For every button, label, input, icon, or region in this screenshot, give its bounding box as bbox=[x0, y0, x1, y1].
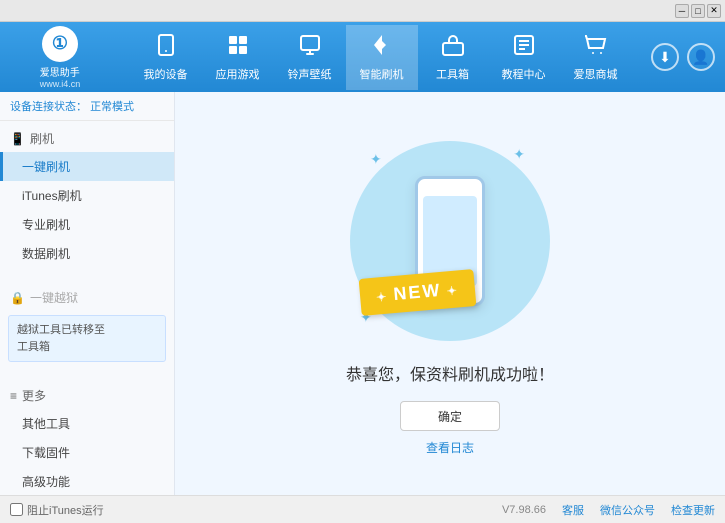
flash-header: 📱 刷机 bbox=[0, 125, 174, 152]
smart-flash-icon bbox=[370, 33, 394, 63]
check-update-link[interactable]: 检查更新 bbox=[671, 502, 715, 518]
sparkle-2-icon: ✦ bbox=[513, 146, 525, 163]
ringtones-icon bbox=[298, 33, 322, 63]
minimize-button[interactable]: ─ bbox=[675, 4, 689, 18]
lock-icon: 🔒 bbox=[10, 291, 25, 305]
apps-icon bbox=[226, 33, 250, 63]
flash-section-icon: 📱 bbox=[10, 132, 25, 146]
nav-bar: 我的设备 应用游戏 铃声壁纸 智能刷机 工具箱 bbox=[110, 25, 651, 90]
sidebar-item-download-firmware[interactable]: 下载固件 bbox=[0, 438, 174, 467]
nav-tutorials[interactable]: 教程中心 bbox=[488, 25, 560, 90]
header: ① 爱思助手 www.i4.cn 我的设备 应用游戏 铃声壁纸 bbox=[0, 22, 725, 92]
nav-smart-flash[interactable]: 智能刷机 bbox=[346, 25, 418, 90]
bottom-bar: 阻止iTunes运行 V7.98.66 客服 微信公众号 检查更新 bbox=[0, 495, 725, 523]
sidebar: 设备连接状态： 正常模式 📱 刷机 一键刷机 iTunes刷机 专业刷机 数据刷… bbox=[0, 92, 175, 495]
logo-icon: ① bbox=[42, 26, 78, 62]
more-header: ≡ 更多 bbox=[0, 382, 174, 409]
main-area: 设备连接状态： 正常模式 📱 刷机 一键刷机 iTunes刷机 专业刷机 数据刷… bbox=[0, 92, 725, 495]
nav-toolbox[interactable]: 工具箱 bbox=[418, 25, 488, 90]
download-button[interactable]: ⬇ bbox=[651, 43, 679, 71]
header-actions: ⬇ 👤 bbox=[651, 43, 715, 71]
sidebar-item-advanced[interactable]: 高级功能 bbox=[0, 467, 174, 495]
toolbox-icon bbox=[441, 33, 465, 63]
nav-my-device[interactable]: 我的设备 bbox=[130, 25, 202, 90]
title-bar: ─ □ ✕ bbox=[0, 0, 725, 22]
user-button[interactable]: 👤 bbox=[687, 43, 715, 71]
sidebar-item-data-flash[interactable]: 数据刷机 bbox=[0, 239, 174, 268]
logo-area: ① 爱思助手 www.i4.cn bbox=[10, 26, 110, 89]
help-link[interactable]: 查看日志 bbox=[426, 439, 474, 456]
jailbreak-header: 🔒 一键越狱 bbox=[0, 284, 174, 311]
jailbreak-notice: 越狱工具已转移至工具箱 bbox=[8, 315, 166, 362]
sparkle-1-icon: ✦ bbox=[370, 151, 382, 168]
nav-store[interactable]: 爱思商城 bbox=[560, 25, 632, 90]
more-section: ≡ 更多 其他工具 下载固件 高级功能 bbox=[0, 378, 174, 495]
bottom-right: V7.98.66 客服 微信公众号 检查更新 bbox=[502, 502, 715, 518]
block-itunes-checkbox[interactable] bbox=[10, 503, 23, 516]
my-device-icon bbox=[154, 33, 178, 63]
sidebar-item-itunes-flash[interactable]: iTunes刷机 bbox=[0, 181, 174, 210]
sidebar-item-one-click-flash[interactable]: 一键刷机 bbox=[0, 152, 174, 181]
more-icon: ≡ bbox=[10, 389, 17, 403]
tutorials-icon bbox=[512, 33, 536, 63]
customer-service-link[interactable]: 客服 bbox=[562, 502, 584, 518]
jailbreak-section: 🔒 一键越狱 越狱工具已转移至工具箱 bbox=[0, 280, 174, 370]
content-area: ✦ ✦ ✦ NEW 恭喜您，保资料刷机成功啦！ 确定 查看日志 bbox=[175, 92, 725, 495]
nav-apps[interactable]: 应用游戏 bbox=[202, 25, 274, 90]
store-icon bbox=[584, 33, 608, 63]
confirm-button[interactable]: 确定 bbox=[400, 401, 500, 431]
wechat-link[interactable]: 微信公众号 bbox=[600, 502, 655, 518]
close-button[interactable]: ✕ bbox=[707, 4, 721, 18]
version-label: V7.98.66 bbox=[502, 504, 546, 516]
logo-name: 爱思助手 www.i4.cn bbox=[40, 64, 81, 89]
flash-section: 📱 刷机 一键刷机 iTunes刷机 专业刷机 数据刷机 bbox=[0, 121, 174, 272]
bottom-left: 阻止iTunes运行 bbox=[10, 502, 502, 518]
sidebar-item-other-tools[interactable]: 其他工具 bbox=[0, 409, 174, 438]
nav-ringtones[interactable]: 铃声壁纸 bbox=[274, 25, 346, 90]
maximize-button[interactable]: □ bbox=[691, 4, 705, 18]
hero-illustration: ✦ ✦ ✦ NEW bbox=[340, 131, 560, 351]
sidebar-item-pro-flash[interactable]: 专业刷机 bbox=[0, 210, 174, 239]
status-bar: 设备连接状态： 正常模式 bbox=[0, 92, 174, 121]
success-message: 恭喜您，保资料刷机成功啦！ bbox=[346, 361, 554, 385]
